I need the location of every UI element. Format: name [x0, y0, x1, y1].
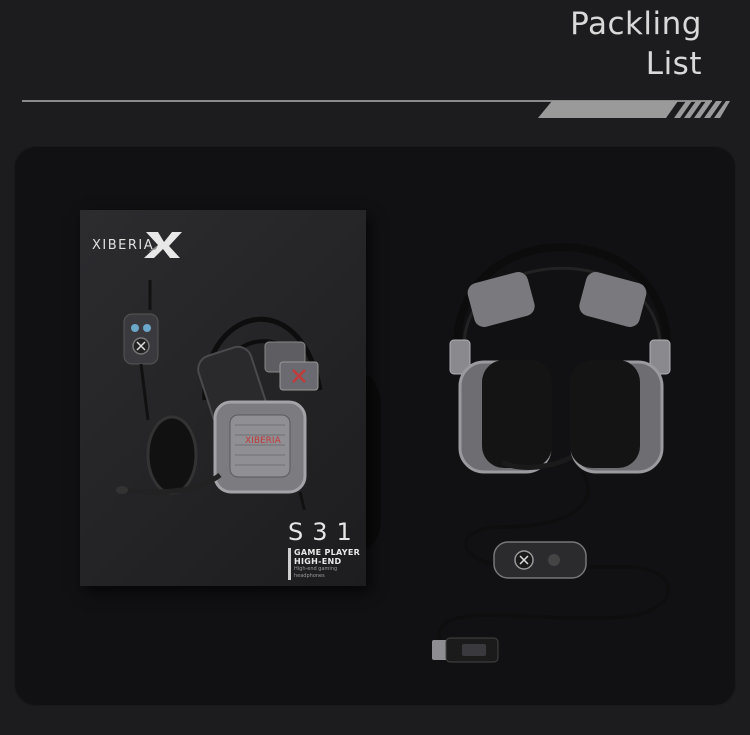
title-line-2: List: [645, 46, 702, 82]
headset-photo: [432, 243, 672, 663]
title-line-1: Packling: [570, 6, 702, 42]
box-model-name: S31: [288, 518, 361, 546]
box-tag-line-1: GAME PLAYER: [294, 548, 361, 557]
box-tag-line-3: High-end gaming headphones: [294, 566, 338, 579]
svg-text:XIBERIA: XIBERIA: [245, 436, 282, 446]
xiberia-logo-icon: [144, 232, 182, 258]
product-box: XIBERIA XIBERIA S31 GAME PLAYER HIGH-END…: [80, 210, 366, 586]
page-title: Packling List: [570, 4, 702, 84]
divider-stripes: [538, 101, 730, 118]
box-tag-line-2: HIGH-END: [294, 557, 342, 566]
box-tagline: GAME PLAYER HIGH-END High-end gaming hea…: [288, 548, 366, 580]
box-headset-illustration: XIBERIA: [116, 280, 323, 510]
